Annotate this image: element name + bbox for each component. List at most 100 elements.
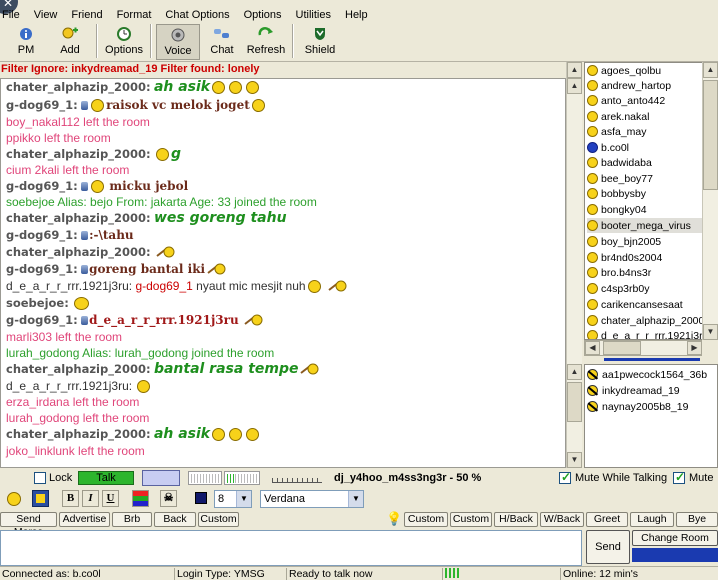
refresh-icon: [257, 26, 275, 42]
h-back-button[interactable]: H/Back: [494, 512, 538, 527]
list-item[interactable]: bongky04: [587, 202, 647, 217]
menu-view[interactable]: View: [34, 9, 64, 21]
font-color-swatch[interactable]: [195, 492, 207, 504]
list-item[interactable]: bobbysby: [587, 186, 646, 201]
list-item[interactable]: chater_alphazip_2000: [587, 313, 704, 328]
chat-message: d_e_a_r_r_rrr.1921j3ru:: [6, 378, 152, 394]
user-status-icon: [587, 111, 598, 122]
volume-slider[interactable]: [272, 473, 322, 483]
custom-button[interactable]: Custom: [198, 512, 239, 527]
menu-help[interactable]: Help: [345, 9, 374, 21]
shield-label: Shield: [304, 44, 336, 56]
refresh-button[interactable]: Refresh: [244, 24, 288, 60]
list-item[interactable]: bro.b4ns3r: [587, 265, 651, 280]
font-size-select[interactable]: 8 ▼: [214, 490, 252, 508]
scroll-up-icon[interactable]: ▲: [703, 62, 718, 78]
scroll-thumb[interactable]: [703, 80, 718, 190]
bye-button[interactable]: Bye: [676, 512, 718, 527]
scroll-up-icon[interactable]: ▲: [567, 364, 582, 380]
greet-button[interactable]: Greet: [586, 512, 628, 527]
options-button[interactable]: Options: [102, 24, 146, 60]
menu-format[interactable]: Format: [117, 9, 158, 21]
emoticon-icon: [229, 80, 243, 94]
list-item[interactable]: andrew_hartop: [587, 78, 671, 93]
guitar-emoticon-icon: [156, 246, 175, 258]
scroll-down-icon[interactable]: ▼: [567, 452, 582, 468]
emoticon-icon: [137, 379, 151, 393]
italic-button[interactable]: I: [82, 490, 99, 507]
emoticon-icon: [212, 427, 226, 441]
laugh-button[interactable]: Laugh: [630, 512, 674, 527]
chat-log[interactable]: chater_alphazip_2000: ah asik g-dog69_1:…: [0, 78, 566, 468]
scroll-right-icon[interactable]: ▶: [687, 341, 702, 355]
mute-while-talking-checkbox[interactable]: [559, 470, 571, 484]
ignore-list[interactable]: aa1pwecock1564_36b inkydreamad_19 naynay…: [584, 364, 718, 468]
menu-chat-options[interactable]: Chat Options: [165, 9, 235, 21]
pm-button[interactable]: PM: [4, 24, 48, 60]
custom-button-2[interactable]: Custom: [450, 512, 492, 527]
scroll-left-icon[interactable]: ◀: [585, 341, 600, 355]
list-item[interactable]: anto_anto442: [587, 93, 665, 108]
refresh-label: Refresh: [246, 44, 286, 56]
color-picker-icon[interactable]: [132, 490, 149, 507]
lock-checkbox[interactable]: [34, 472, 46, 484]
lock-label: Lock: [49, 472, 73, 484]
list-item[interactable]: d_e_a_r_r_rrr.1921j3ru: [587, 328, 708, 339]
chat-button[interactable]: Chat: [200, 24, 244, 60]
talk-button[interactable]: Talk: [78, 471, 134, 485]
list-item[interactable]: bee_boy77: [587, 171, 653, 186]
menu-file[interactable]: File: [2, 9, 26, 21]
save-icon[interactable]: [32, 490, 49, 507]
chat-message: chater_alphazip_2000: g: [6, 146, 181, 162]
user-list-scrollbar[interactable]: ▲ ▼: [702, 62, 718, 340]
message-input[interactable]: [0, 530, 582, 566]
list-item[interactable]: agoes_qolbu: [587, 63, 661, 78]
list-item[interactable]: br4nd0s2004: [587, 250, 662, 265]
mute-checkbox[interactable]: [673, 470, 685, 484]
list-item[interactable]: boy_bjn2005: [587, 234, 661, 249]
scroll-down-icon[interactable]: ▼: [703, 324, 718, 340]
toolbar-separator: [150, 24, 152, 58]
list-item[interactable]: b.co0l: [587, 140, 629, 155]
list-item[interactable]: asfa_may: [587, 124, 647, 139]
advertise-button[interactable]: Advertise: [59, 512, 110, 527]
room-browser-bar[interactable]: [632, 548, 718, 562]
scroll-thumb[interactable]: [603, 341, 641, 355]
user-list-hscrollbar[interactable]: ◀ ▶: [584, 340, 702, 356]
send-morse-button[interactable]: Send Morse: [0, 512, 57, 538]
list-item[interactable]: c4sp3rb0y: [587, 281, 649, 296]
change-room-button[interactable]: Change Room: [632, 530, 718, 546]
list-item[interactable]: badwidaba: [587, 155, 652, 170]
skull-icon[interactable]: ☠: [160, 490, 177, 507]
brb-button[interactable]: Brb: [112, 512, 152, 527]
emoticon-icon: [251, 98, 265, 112]
bold-button[interactable]: B: [62, 490, 79, 507]
emoticon-picker-icon[interactable]: [7, 492, 21, 506]
ignore-side-scrollbar[interactable]: ▲ ▼: [566, 364, 582, 468]
list-item[interactable]: carikencansesaat: [587, 297, 683, 312]
list-item[interactable]: naynay2005b8_19: [587, 399, 688, 414]
scroll-up-icon[interactable]: ▲: [567, 78, 582, 94]
underline-button[interactable]: U: [102, 490, 119, 507]
send-button[interactable]: Send: [586, 530, 630, 564]
scroll-thumb[interactable]: [567, 382, 582, 422]
guitar-emoticon-icon: [207, 263, 226, 275]
w-back-button[interactable]: W/Back: [540, 512, 584, 527]
clock-icon: [115, 26, 133, 42]
list-item[interactable]: booter_mega_virus: [587, 218, 702, 233]
back-button[interactable]: Back: [154, 512, 196, 527]
menu-friend[interactable]: Friend: [71, 9, 108, 21]
font-name-select[interactable]: Verdana ▼: [260, 490, 364, 508]
add-button[interactable]: Add: [48, 24, 92, 60]
scroll-up-icon[interactable]: ▲: [567, 62, 582, 78]
list-item[interactable]: inkydreamad_19: [587, 383, 680, 398]
list-item[interactable]: arek.nakal: [587, 109, 649, 124]
user-list[interactable]: agoes_qolbu andrew_hartop anto_anto442 a…: [584, 62, 718, 340]
custom-button-1[interactable]: Custom: [404, 512, 448, 527]
list-item[interactable]: aa1pwecock1564_36b: [587, 367, 707, 382]
menu-utilities[interactable]: Utilities: [296, 9, 337, 21]
menu-options[interactable]: Options: [244, 9, 288, 21]
shield-button[interactable]: Shield: [298, 24, 342, 60]
voice-button[interactable]: Voice: [156, 24, 200, 60]
lightbulb-icon[interactable]: 💡: [386, 511, 402, 527]
